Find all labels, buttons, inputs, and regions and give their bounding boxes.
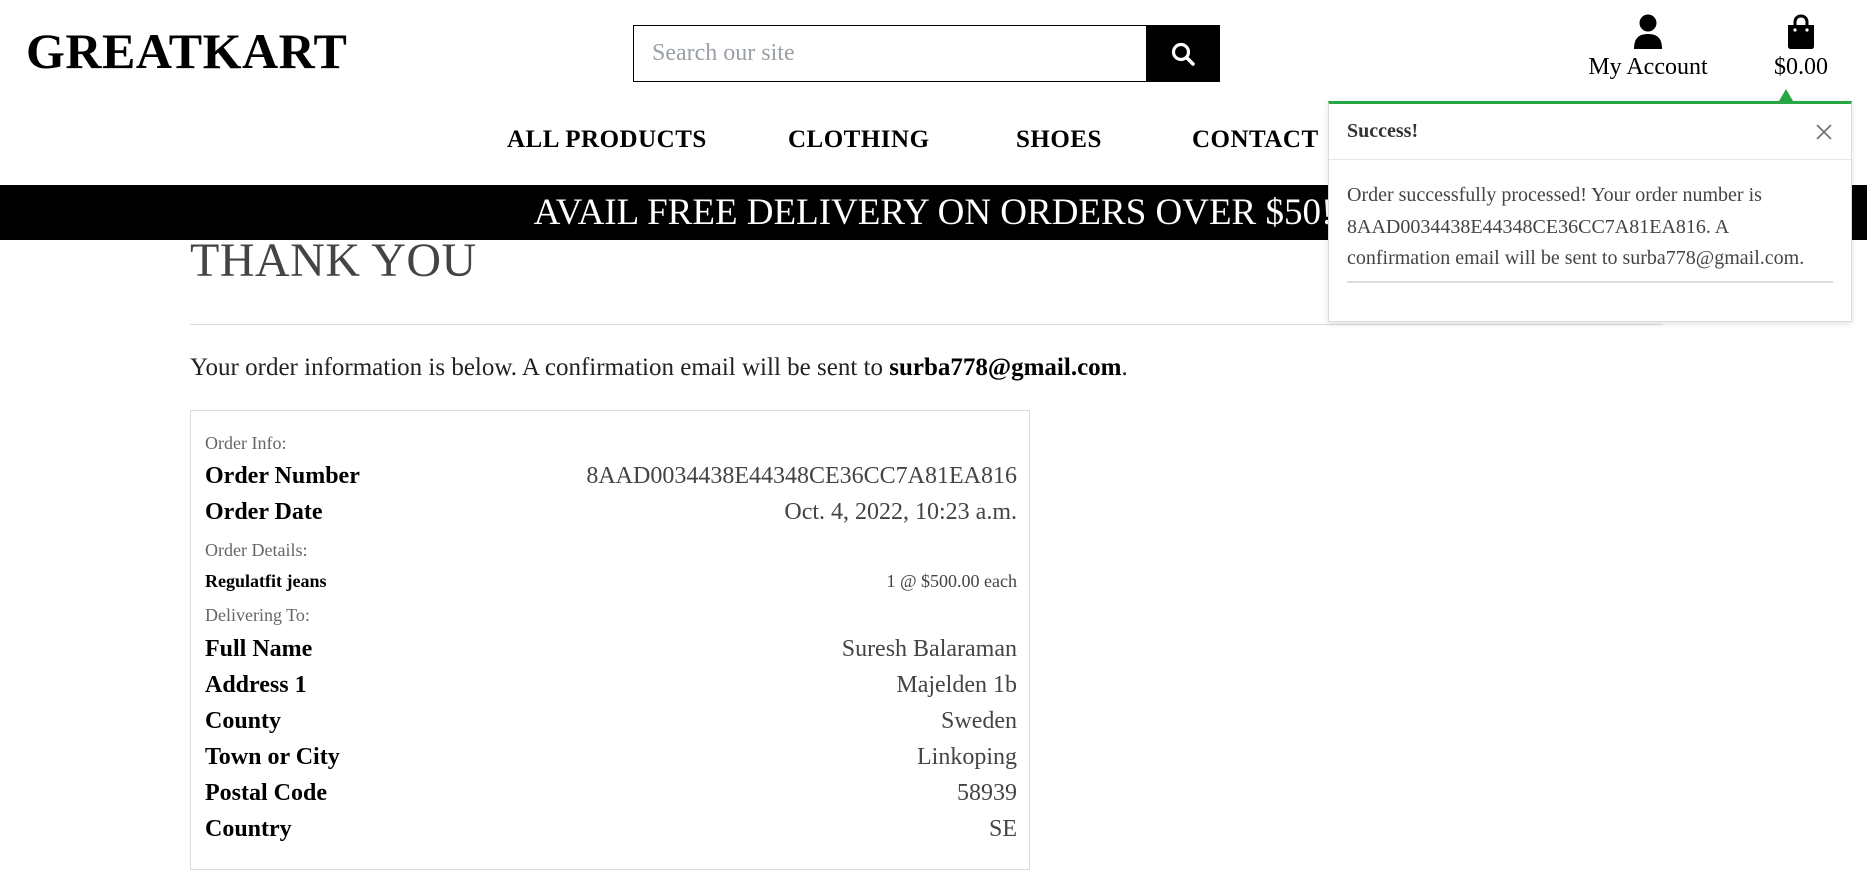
- county-value: Sweden: [941, 708, 1017, 734]
- shopping-cart-link[interactable]: $0.00: [1770, 14, 1832, 81]
- toast-close-button[interactable]: [1813, 121, 1835, 143]
- toast-header: Success!: [1329, 104, 1851, 160]
- search-button[interactable]: [1146, 25, 1220, 82]
- full-name-label: Full Name: [205, 636, 313, 662]
- order-summary-box: Order Info: Order Number 8AAD0034438E443…: [190, 410, 1030, 870]
- order-intro-text: Your order information is below. A confi…: [190, 354, 1128, 382]
- county-row: County Sweden: [205, 708, 1017, 735]
- item-name: Regulatfit jeans: [205, 571, 327, 591]
- order-details-label: Order Details:: [205, 540, 308, 560]
- postal-code-value: 58939: [957, 780, 1017, 806]
- shopping-bag-icon: [1788, 14, 1814, 49]
- town-row: Town or City Linkoping: [205, 744, 1017, 771]
- my-account-label: My Account: [1588, 54, 1708, 80]
- cart-total: $0.00: [1774, 54, 1828, 80]
- postal-code-label: Postal Code: [205, 780, 327, 806]
- search-bar: [633, 25, 1220, 82]
- order-number-value: 8AAD0034438E44348CE36CC7A81EA816: [586, 463, 1017, 489]
- country-label: Country: [205, 816, 292, 842]
- intro-email: surba778@gmail.com: [889, 354, 1122, 381]
- intro-prefix: Your order information is below. A confi…: [190, 354, 890, 381]
- item-qty-price: 1 @ $500.00 each: [886, 571, 1017, 591]
- user-icon: [1634, 14, 1662, 49]
- order-details-section: Order Details:: [205, 540, 1017, 561]
- postal-code-row: Postal Code 58939: [205, 780, 1017, 807]
- search-icon: [1171, 42, 1195, 66]
- full-name-value: Suresh Balaraman: [841, 636, 1017, 662]
- nav-clothing[interactable]: CLOTHING: [788, 126, 930, 154]
- country-row: Country SE: [205, 816, 1017, 843]
- county-label: County: [205, 708, 282, 734]
- order-date-value: Oct. 4, 2022, 10:23 a.m.: [784, 499, 1017, 525]
- order-date-row: Order Date Oct. 4, 2022, 10:23 a.m.: [205, 499, 1017, 526]
- toast-arrow: [1779, 89, 1793, 101]
- order-number-label: Order Number: [205, 463, 360, 489]
- page-title: THANK YOU: [190, 234, 477, 287]
- order-info-section: Order Info:: [205, 433, 1017, 454]
- search-input[interactable]: [633, 25, 1146, 82]
- intro-suffix: .: [1121, 354, 1128, 381]
- nav-all-products[interactable]: ALL PRODUCTS: [507, 126, 707, 154]
- address1-label: Address 1: [205, 672, 307, 698]
- address1-value: Majelden 1b: [896, 672, 1017, 698]
- town-label: Town or City: [205, 744, 340, 770]
- nav-shoes[interactable]: SHOES: [1016, 126, 1102, 154]
- divider: [190, 324, 1663, 325]
- address1-row: Address 1 Majelden 1b: [205, 672, 1017, 699]
- full-name-row: Full Name Suresh Balaraman: [205, 636, 1017, 663]
- order-info-label: Order Info:: [205, 433, 287, 453]
- order-date-label: Order Date: [205, 499, 323, 525]
- order-item-row: Regulatfit jeans 1 @ $500.00 each: [205, 571, 1017, 592]
- nav-contact[interactable]: CONTACT: [1192, 126, 1319, 154]
- delivering-label: Delivering To:: [205, 605, 310, 625]
- toast-title: Success!: [1347, 120, 1419, 142]
- success-toast: Success! Order successfully processed! Y…: [1328, 101, 1852, 322]
- my-account-link[interactable]: My Account: [1588, 14, 1708, 81]
- toast-divider: [1347, 280, 1833, 283]
- country-value: SE: [988, 816, 1017, 842]
- toast-message: Order successfully processed! Your order…: [1347, 184, 1805, 269]
- close-icon: [1816, 123, 1832, 140]
- site-logo[interactable]: GREATKART: [26, 22, 347, 80]
- town-value: Linkoping: [917, 744, 1017, 770]
- delivering-section: Delivering To:: [205, 605, 1017, 626]
- order-number-row: Order Number 8AAD0034438E44348CE36CC7A81…: [205, 463, 1017, 490]
